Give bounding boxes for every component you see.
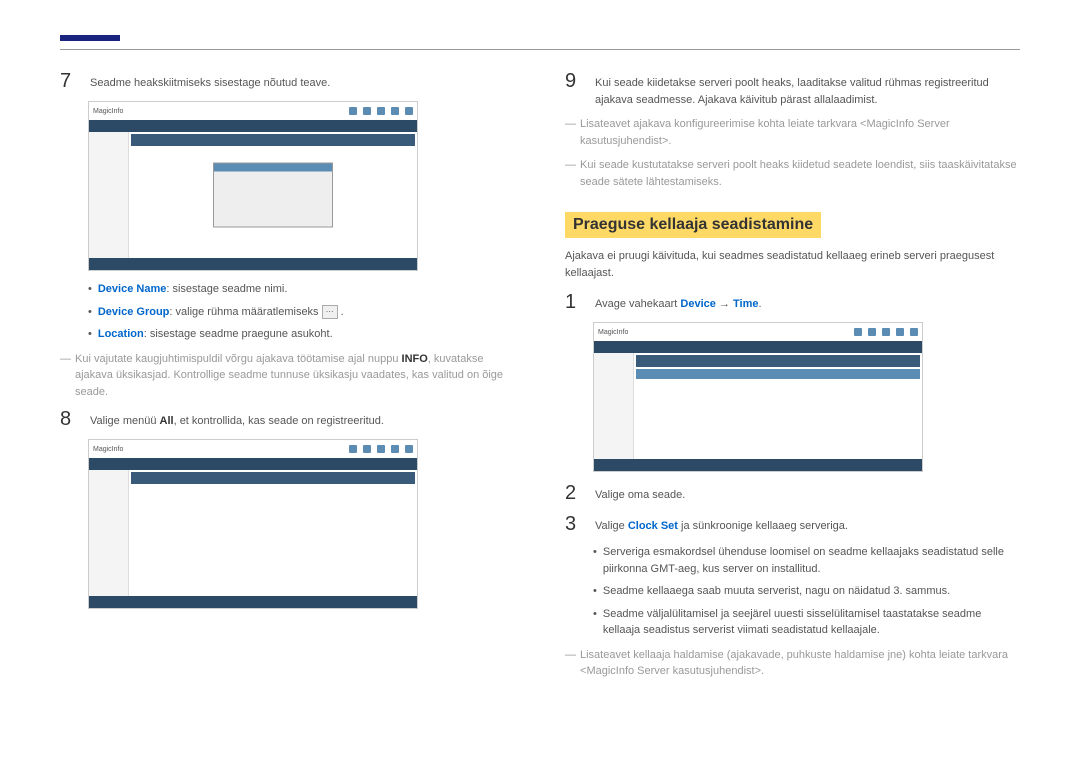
step-number-7: 7 (60, 70, 78, 93)
bullet-location: Location: sisestage seadme praegune asuk… (88, 326, 515, 343)
app-logo: MagicInfo (93, 108, 123, 115)
step-9-text: Kui seade kiidetakse serveri poolt heaks… (595, 70, 1020, 108)
screenshot-device-time: MagicInfo (593, 322, 923, 472)
note-config-info: Lisateavet ajakava konfigureerimise koht… (565, 116, 1020, 149)
step-number-3: 3 (565, 513, 583, 536)
step-7-text: Seadme heakskiitmiseks sisestage nõutud … (90, 70, 330, 92)
step-number-8: 8 (60, 408, 78, 431)
bullet-device-group: Device Group: valige rühma määratlemisek… (88, 304, 515, 321)
note-time-management: Lisateavet kellaaja haldamise (ajakavade… (565, 647, 1020, 680)
step-number-9: 9 (565, 70, 583, 93)
header-rule (60, 49, 1020, 50)
step-1-text: Avage vahekaart Device → Time. (595, 291, 762, 313)
left-column: 7 Seadme heakskiitmiseks sisestage nõutu… (60, 70, 515, 688)
screenshot-approval-dialog: MagicInfo (88, 101, 418, 271)
screenshot-all-menu: MagicInfo (88, 439, 418, 609)
select-icon: ⋯ (322, 305, 338, 319)
step-8-text: Valige menüü All, et kontrollida, kas se… (90, 408, 384, 430)
header-accent (60, 35, 120, 41)
right-column: 9 Kui seade kiidetakse serveri poolt hea… (565, 70, 1020, 688)
step-2-text: Valige oma seade. (595, 482, 685, 504)
bullet-change-time: Seadme kellaaega saab muuta serverist, n… (593, 583, 1020, 600)
note-delete-info: Kui seade kustutatakse serveri poolt hea… (565, 157, 1020, 190)
app-logo: MagicInfo (93, 446, 123, 453)
bullet-gmt: Serveriga esmakordsel ühenduse loomisel … (593, 544, 1020, 577)
section-intro: Ajakava ei pruugi käivituda, kui seadmes… (565, 248, 1020, 281)
bullet-restart: Seadme väljalülitamisel ja seejärel uues… (593, 606, 1020, 639)
app-logo: MagicInfo (598, 329, 628, 336)
note-info-button: Kui vajutate kaugjuhtimispuldil võrgu aj… (60, 351, 515, 401)
step-number-2: 2 (565, 482, 583, 505)
bullet-device-name: Device Name: sisestage seadme nimi. (88, 281, 515, 298)
step-number-1: 1 (565, 291, 583, 314)
section-heading: Praeguse kellaaja seadistamine (565, 212, 821, 238)
step-3-text: Valige Clock Set ja sünkroonige kellaaeg… (595, 513, 848, 535)
